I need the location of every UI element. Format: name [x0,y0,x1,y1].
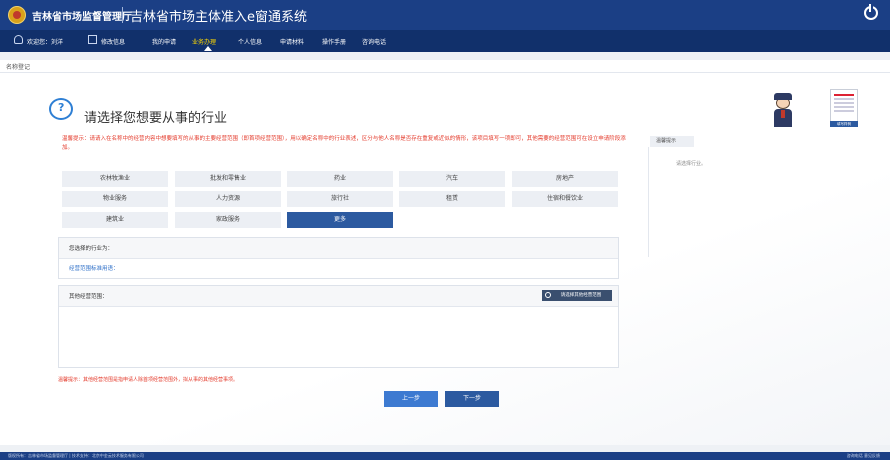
user-icon [14,35,23,44]
assistant-mascot-icon [770,91,796,131]
other-scope-header [59,286,618,307]
active-nav-indicator [204,46,212,51]
breadcrumb: 名称登记 [0,60,890,73]
system-title: 吉林省市场主体准入e窗通系统 [130,10,307,25]
industry-construction[interactable]: 建筑业 [62,212,168,228]
footer-links[interactable]: 咨询电话 意见反馈 [847,452,880,460]
question-bubble-icon [49,98,73,120]
industry-travel-agency[interactable]: 旅行社 [287,191,393,207]
other-scope-box [58,285,619,368]
industry-housekeeping[interactable]: 家政服务 [175,212,281,228]
industry-real-estate[interactable]: 房地产 [512,171,618,187]
nav-my-applications[interactable]: 我的申请 [152,37,176,46]
industry-more[interactable]: 更多 [287,212,393,228]
industry-automobile[interactable]: 汽车 [399,171,505,187]
industry-pharmacy[interactable]: 药业 [287,171,393,187]
industry-wholesale-retail[interactable]: 批发和零售业 [175,171,281,187]
nav-business[interactable]: 业务办理 [192,37,216,46]
sidebar-hint: 请选择行业。 [676,161,707,167]
industry-leasing[interactable]: 租赁 [399,191,505,207]
tip-text: 温馨提示：请请入在名称中的经营内容中想要填写的从事的主要经营范围（即首项经营范围… [62,136,626,151]
nav-manual[interactable]: 操作手册 [322,37,346,46]
footer: 版权所有：吉林省市场监督管理厅 | 技术支持：北京中金云技术服务有限公司 咨询电… [0,452,890,460]
nav-hotline[interactable]: 咨询电话 [362,37,386,46]
plus-circle-icon [545,292,551,298]
emblem-logo-icon [8,6,26,24]
selected-industry-label: 您选择的行业为： [69,246,114,252]
next-step-button[interactable]: 下一步 [445,391,499,407]
selected-industry-header [59,238,618,259]
nav-personal-info[interactable]: 个人信息 [238,37,262,46]
industry-human-resources[interactable]: 人力资源 [175,191,281,207]
power-icon[interactable] [864,4,878,20]
select-other-scope-button[interactable]: 请选择其他经营范围 [542,290,612,301]
other-scope-label: 其他经营范围： [69,294,108,300]
selected-industry-box [58,237,619,279]
industry-hospitality[interactable]: 住宿和餐饮业 [512,191,618,207]
warm-note: 温馨提示：其他经营范围是指申请人除首项经营范围外，拟从事的其他经营事项。 [58,377,239,383]
prev-step-button[interactable]: 上一步 [384,391,438,407]
industry-property-services[interactable]: 物业服务 [62,191,168,207]
sample-document-label[interactable]: 填写样例 [830,121,858,127]
header-divider [122,7,123,23]
edit-icon[interactable] [88,35,97,44]
footer-copyright: 版权所有：吉林省市场监督管理厅 | 技术支持：北京中金云技术服务有限公司 [8,453,144,458]
scope-standard-link[interactable]: 经营范围标准用语： [69,264,119,272]
sidebar-tip-tab[interactable]: 温馨提示 [650,136,694,147]
nav-bar: 欢迎您：刘洋 修改信息 我的申请 业务办理 个人信息 申请材料 操作手册 咨询电… [0,30,890,52]
sidebar-divider [648,147,649,257]
industry-agriculture[interactable]: 农林牧渔业 [62,171,168,187]
top-header: 吉林省市场监督管理厅 吉林省市场主体准入e窗通系统 [0,0,890,30]
welcome-text: 欢迎您：刘洋 [27,39,64,46]
select-other-scope-label: 请选择其他经营范围 [560,293,602,298]
edit-info-link[interactable]: 修改信息 [101,37,125,46]
org-name: 吉林省市场监督管理厅 [32,12,132,23]
nav-materials[interactable]: 申请材料 [280,37,304,46]
breadcrumb-current: 名称登记 [6,64,31,71]
page-title: 请选择您想要从事的行业 [84,111,228,126]
